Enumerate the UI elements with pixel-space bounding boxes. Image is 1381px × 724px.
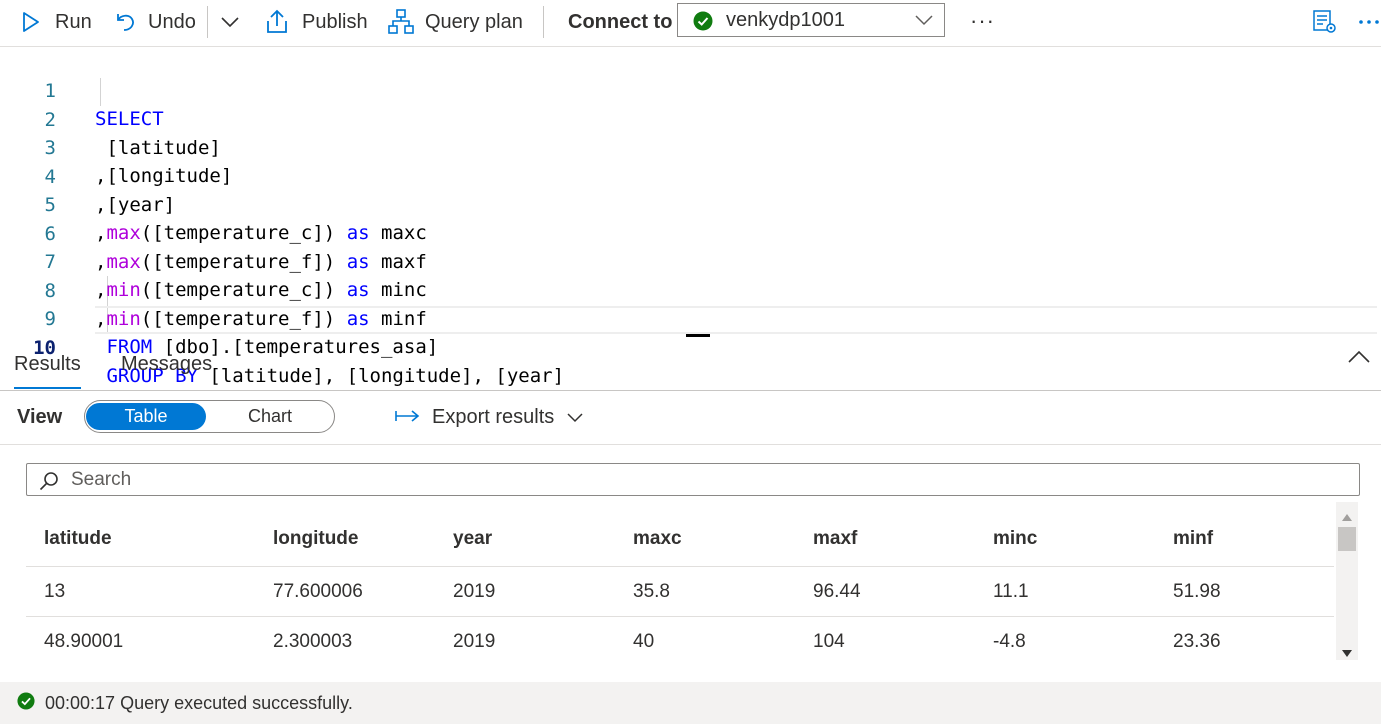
- table-cell: -4.8: [993, 630, 1026, 652]
- code-line: 5 ,max([temperature_c]) as maxc: [0, 163, 1381, 244]
- column-header-minc[interactable]: minc: [993, 512, 1037, 566]
- table-cell: 96.44: [813, 580, 861, 602]
- column-header-latitude[interactable]: latitude: [44, 512, 112, 566]
- code-line: 4 ,[year]: [0, 135, 1381, 216]
- run-label: Run: [55, 10, 92, 33]
- code-line: 9 FROM [dbo].[temperatures_asa]: [0, 277, 1381, 358]
- undo-icon: [114, 11, 136, 33]
- table-cell: 23.36: [1173, 630, 1221, 652]
- view-option-table[interactable]: Table: [86, 403, 206, 430]
- search-icon: [39, 471, 59, 496]
- properties-icon: [1312, 9, 1338, 35]
- table-cell: 77.600006: [273, 580, 363, 602]
- database-select[interactable]: venkydp1001: [677, 3, 945, 37]
- status-bar: 00:00:17 Query executed successfully.: [0, 682, 1381, 724]
- view-option-chart[interactable]: Chart: [210, 401, 330, 432]
- code-line: 7 ,min([temperature_c]) as minc: [0, 220, 1381, 301]
- search-input[interactable]: [69, 467, 1273, 492]
- table-cell: 51.98: [1173, 580, 1221, 602]
- chevron-down-icon: [566, 406, 584, 429]
- status-text: 00:00:17 Query executed successfully.: [45, 692, 353, 713]
- results-scrollbar[interactable]: [1336, 502, 1358, 660]
- table-row[interactable]: 13 77.600006 2019 35.8 96.44 11.1 51.98: [26, 567, 1334, 617]
- more-options-button[interactable]: ···: [970, 8, 995, 34]
- check-circle-icon: [693, 11, 713, 36]
- code-line: 2 [latitude]: [0, 78, 1381, 159]
- export-results-button[interactable]: Export results: [395, 406, 584, 429]
- column-header-maxc[interactable]: maxc: [633, 512, 682, 566]
- query-plan-label: Query plan: [425, 10, 523, 33]
- code-line: 10 GROUP BY [latitude], [longitude], [ye…: [0, 306, 1381, 387]
- publish-label: Publish: [302, 10, 368, 33]
- table-row[interactable]: 48.90001 2.300003 2019 40 104 -4.8 23.36: [26, 617, 1334, 666]
- table-cell: 104: [813, 630, 845, 652]
- ellipsis-icon: [1358, 19, 1381, 25]
- collapse-results-button[interactable]: [1347, 350, 1371, 369]
- column-header-year[interactable]: year: [453, 512, 492, 566]
- publish-button[interactable]: Publish: [264, 0, 368, 44]
- table-cell: 2.300003: [273, 630, 353, 652]
- scroll-up-arrow-icon[interactable]: [1342, 508, 1352, 526]
- hierarchy-icon: [388, 9, 414, 35]
- code-line: 1 SELECT: [0, 49, 1381, 130]
- pane-resize-handle[interactable]: [686, 334, 710, 337]
- results-table: latitude longitude year maxc maxf minc m…: [26, 512, 1334, 666]
- code-line: 3 ,[longitude]: [0, 106, 1381, 187]
- undo-dropdown-button[interactable]: [220, 0, 240, 44]
- view-label: View: [17, 406, 63, 428]
- view-bar: View Table Chart Export results: [0, 392, 1381, 445]
- table-cell: 2019: [453, 580, 496, 602]
- table-cell: 48.90001: [44, 630, 124, 652]
- code-line: 8 ,min([temperature_f]) as minf: [0, 249, 1381, 330]
- table-cell: 11.1: [993, 580, 1029, 602]
- toolbar: Run Undo Publish Query plan Connect to v…: [0, 0, 1381, 44]
- results-search: [26, 463, 1360, 496]
- table-header-row: latitude longitude year maxc maxf minc m…: [26, 512, 1334, 567]
- tab-results[interactable]: Results: [14, 340, 81, 389]
- column-header-longitude[interactable]: longitude: [273, 512, 358, 566]
- ellipsis-icon: ···: [970, 8, 995, 33]
- query-plan-button[interactable]: Query plan: [388, 0, 523, 44]
- check-circle-icon: [17, 691, 35, 715]
- code-line: 6 ,max([temperature_f]) as maxf: [0, 192, 1381, 273]
- table-cell: 35.8: [633, 580, 670, 602]
- chevron-down-icon: [220, 16, 240, 28]
- run-button[interactable]: Run: [22, 0, 92, 44]
- export-arrow-icon: [395, 406, 421, 429]
- toolbar-divider: [543, 6, 544, 38]
- overflow-menu-button[interactable]: [1358, 0, 1381, 44]
- toolbar-divider: [207, 6, 208, 38]
- tab-messages[interactable]: Messages: [121, 340, 212, 388]
- view-toggle: Table Chart: [84, 400, 335, 433]
- undo-label: Undo: [148, 10, 196, 33]
- undo-button[interactable]: Undo: [114, 0, 196, 44]
- database-select-value: venkydp1001: [726, 8, 845, 31]
- table-cell: 40: [633, 630, 655, 652]
- column-header-minf[interactable]: minf: [1173, 512, 1213, 566]
- play-icon: [22, 12, 40, 32]
- connect-to-label: Connect to: [568, 10, 673, 33]
- table-cell: 13: [44, 580, 66, 602]
- properties-button[interactable]: [1312, 0, 1338, 44]
- results-tabs: Results Messages: [0, 340, 1381, 391]
- chevron-down-icon: [914, 13, 934, 31]
- chevron-up-icon: [1347, 350, 1371, 368]
- upload-icon: [264, 9, 290, 35]
- scroll-down-arrow-icon[interactable]: [1342, 644, 1352, 662]
- column-header-maxf[interactable]: maxf: [813, 512, 857, 566]
- export-results-label: Export results: [432, 406, 555, 428]
- table-cell: 2019: [453, 630, 496, 652]
- sql-editor[interactable]: 1 SELECT 2 [latitude] 3 ,[longitude] 4 ,…: [0, 46, 1381, 387]
- scrollbar-thumb[interactable]: [1338, 527, 1356, 551]
